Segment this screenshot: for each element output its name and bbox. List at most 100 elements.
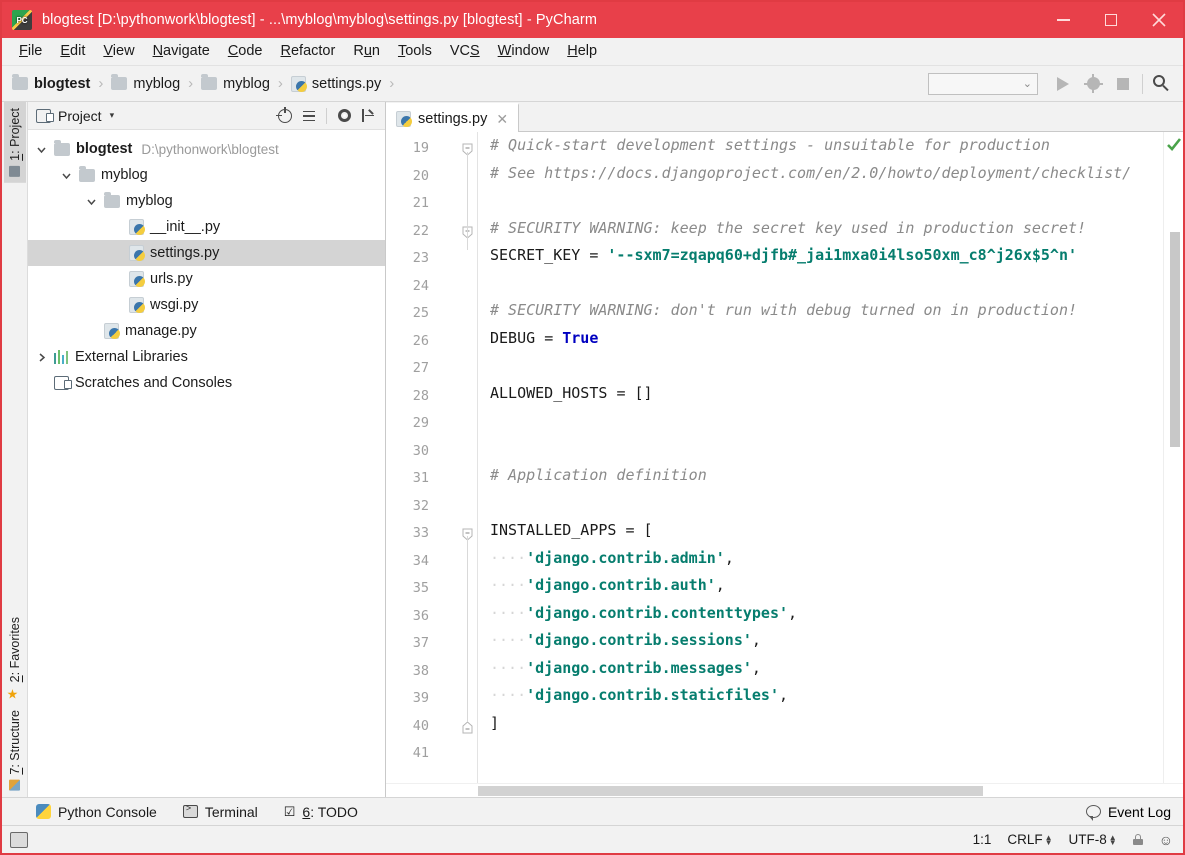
code-line[interactable]: # Application definition [478,462,1163,490]
breadcrumb-item-myblog[interactable]: myblog › [199,74,289,92]
line-separator[interactable]: CRLF ▲ ▼ [1007,832,1052,847]
menu-item-window[interactable]: Window [489,42,559,61]
menu-item-navigate[interactable]: Navigate [144,42,219,61]
tool-window-button-project[interactable]: 1: Project [3,102,26,183]
code-line[interactable] [478,490,1163,518]
menu-item-run[interactable]: Run [344,42,389,61]
line-number: 23 [412,250,429,266]
hide-panel-button[interactable] [357,105,379,127]
menu-item-code[interactable]: Code [219,42,272,61]
tree-item-manage-py[interactable]: manage.py [28,318,385,344]
tree-item-wsgi-py[interactable]: wsgi.py [28,292,385,318]
editor-gutter[interactable]: 19 20 21 22 23 24 25 26 27 28 29 30 31 32 33 34 35 36 37 38… [386,132,478,783]
toggle-tool-windows-icon[interactable] [10,831,28,848]
tree-item-urls-py[interactable]: urls.py [28,266,385,292]
bug-icon [1083,74,1103,93]
code-line[interactable] [478,187,1163,215]
inspection-ok-icon[interactable] [1166,137,1182,153]
code-token-id: SECRET_KEY [490,246,590,264]
inspection-level-widget[interactable]: ☺ [1159,832,1173,848]
tree-item-scratches-and-consoles[interactable]: Scratches and Consoles [28,370,385,396]
caret-position[interactable]: 1:1 [973,832,992,847]
editor-tab-settings-py[interactable]: settings.py ✕ [386,103,520,132]
tree-item-myblog[interactable]: myblog [28,188,385,214]
code-token-id: INSTALLED_APPS [490,521,626,539]
maximize-button[interactable] [1087,2,1135,38]
menu-item-edit[interactable]: Edit [51,42,94,61]
collapse-all-button[interactable] [298,105,320,127]
menu-item-refactor[interactable]: Refactor [272,42,345,61]
python-file-icon [129,245,145,261]
chevron-down-icon[interactable]: ▾ [110,110,115,121]
horizontal-scrollbar[interactable] [478,786,983,796]
code-line[interactable]: ····'django.contrib.staticfiles', [478,682,1163,710]
code-line[interactable]: # See https://docs.djangoproject.com/en/… [478,160,1163,188]
close-icon[interactable]: ✕ [494,112,510,126]
menu-item-tools[interactable]: Tools [389,42,441,61]
project-settings-button[interactable] [333,105,355,127]
code-line[interactable] [478,407,1163,435]
tree-item-myblog[interactable]: myblog [28,162,385,188]
code-line[interactable] [478,270,1163,298]
code-content[interactable]: # Quick-start development settings - uns… [478,132,1163,783]
run-configuration-selector[interactable]: ⌄ [928,72,1038,95]
tree-item-blogtest[interactable]: blogtest D:\pythonwork\blogtest [28,136,385,162]
marker-gutter[interactable] [1163,132,1183,783]
code-line[interactable]: # SECURITY WARNING: don't run with debug… [478,297,1163,325]
menu-item-vcs[interactable]: VCS [441,42,489,61]
breadcrumb-item-myblog[interactable]: myblog › [109,74,199,92]
file-encoding[interactable]: UTF-8 ▲ ▼ [1069,832,1117,847]
tool-window-python-console[interactable]: Python Console [36,804,157,820]
line-number: 26 [412,332,429,349]
gear-icon [337,109,351,122]
project-panel-title: Project [58,107,102,124]
breadcrumb-item-blogtest[interactable]: blogtest › [10,74,109,92]
code-line[interactable]: ] [478,710,1163,738]
tree-item-label: __init__.py [150,219,221,235]
vertical-scrollbar[interactable] [1170,232,1180,447]
code-line[interactable]: ····'django.contrib.auth', [478,572,1163,600]
menu-item-file[interactable]: File [10,42,51,61]
code-line[interactable] [478,737,1163,765]
code-line[interactable]: ····'django.contrib.messages', [478,655,1163,683]
folder-icon [12,74,28,90]
code-line[interactable]: ····'django.contrib.sessions', [478,627,1163,655]
read-only-toggle[interactable] [1132,834,1143,845]
tool-window-6-todo[interactable]: ☑ 6: TODO [284,804,358,820]
structure-icon [9,780,20,791]
code-line[interactable] [478,435,1163,463]
menu-item-view[interactable]: View [94,42,143,61]
code-line[interactable]: # SECURITY WARNING: keep the secret key … [478,215,1163,243]
locate-file-button[interactable] [274,105,296,127]
tree-item-external-libraries[interactable]: External Libraries [28,344,385,370]
tree-item--init-py[interactable]: __init__.py [28,214,385,240]
code-line[interactable]: # Quick-start development settings - uns… [478,132,1163,160]
code-line[interactable]: ····'django.contrib.admin', [478,545,1163,573]
menu-item-help[interactable]: Help [558,42,606,61]
tool-window-button-structure[interactable]: 7: Structure [4,704,26,797]
event-log-button[interactable]: Event Log [1085,804,1183,821]
tree-item-settings-py[interactable]: settings.py [28,240,385,266]
fold-end-icon[interactable] [462,720,473,733]
tool-window-button-favorites[interactable]: ★ 2: Favorites [4,611,26,704]
chevron-down-icon[interactable] [57,170,75,181]
code-line[interactable]: DEBUG = True [478,325,1163,353]
tool-window-terminal[interactable]: Terminal [182,803,258,820]
close-button[interactable] [1135,2,1183,38]
code-line[interactable]: ALLOWED_HOSTS = [] [478,380,1163,408]
code-line[interactable]: INSTALLED_APPS = [ [478,517,1163,545]
code-line[interactable]: SECRET_KEY = '--sxm7=zqapq60+djfb#_jai1m… [478,242,1163,270]
chevron-down-icon[interactable] [82,196,100,207]
chevron-down-icon[interactable] [32,144,50,155]
breadcrumb-item-settings-py[interactable]: settings.py › [289,75,400,92]
minimize-button[interactable] [1039,2,1087,38]
horizontal-scrollbar-track[interactable] [386,783,1183,797]
chevron-right-icon[interactable] [32,352,50,363]
run-button[interactable] [1048,71,1078,97]
code-editor[interactable]: 19 20 21 22 23 24 25 26 27 28 29 30 31 32 33 34 35 36 37 38… [386,132,1183,783]
code-line[interactable] [478,352,1163,380]
stop-button[interactable] [1108,71,1138,97]
debug-button[interactable] [1078,71,1108,97]
search-everywhere-button[interactable] [1147,71,1177,97]
code-line[interactable]: ····'django.contrib.contenttypes', [478,600,1163,628]
